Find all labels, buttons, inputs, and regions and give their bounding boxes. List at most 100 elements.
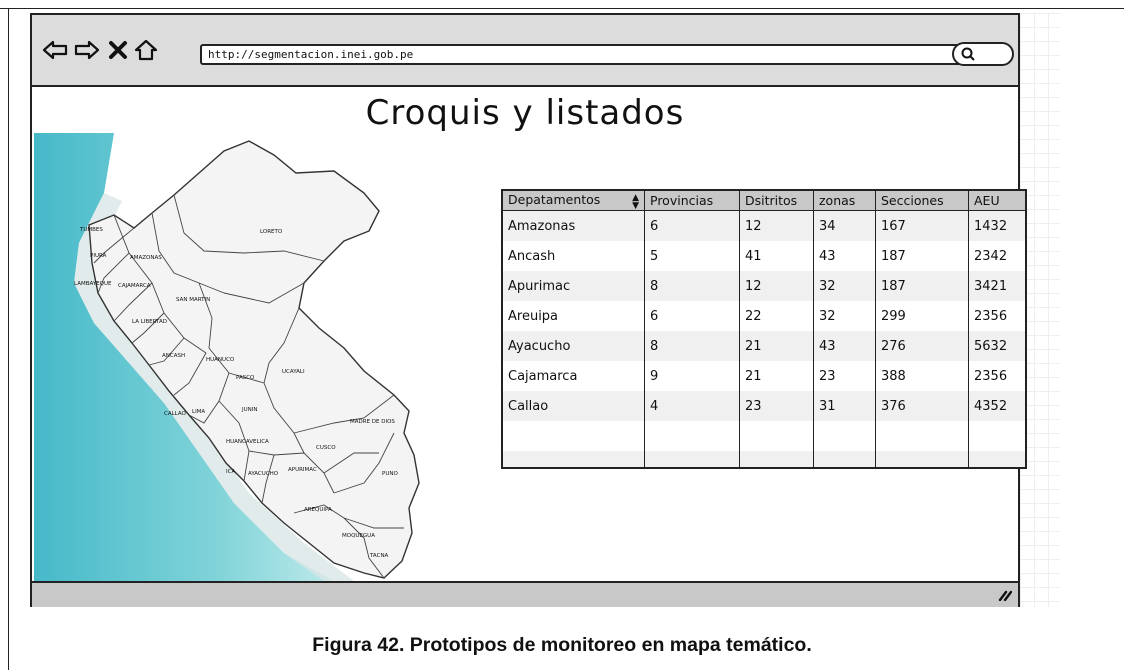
map-label-piura: PIURA xyxy=(90,253,107,259)
column-header-zonas[interactable]: zonas xyxy=(813,191,876,211)
table-cell: 21 xyxy=(739,331,814,361)
map-label-san-martin: SAN MARTIN xyxy=(176,297,210,303)
table-cell: 4 xyxy=(644,391,740,421)
column-header-distritos[interactable]: Dsitritos xyxy=(739,191,814,211)
table-cell: Areuipa xyxy=(503,301,645,331)
map-label-lima: LIMA xyxy=(192,409,205,415)
table-cell: 388 xyxy=(875,361,969,391)
table-cell xyxy=(813,421,876,451)
table-cell xyxy=(644,451,740,467)
map-label-arequipa: AREQUIPA xyxy=(304,507,332,513)
table-cell: 23 xyxy=(813,361,876,391)
table-cell: 43 xyxy=(813,241,876,271)
table-header-row: Depatamentos ▲ ▼ Provincias Dsitritos zon… xyxy=(503,191,1025,211)
table-cell: Apurimac xyxy=(503,271,645,301)
table-cell: Amazonas xyxy=(503,210,645,241)
table-cell: Ancash xyxy=(503,241,645,271)
map-label-huancavelica: HUANCAVELICA xyxy=(226,439,269,445)
table-cell: Callao xyxy=(503,391,645,421)
map-label-cajamarca: CAJAMARCA xyxy=(118,283,151,289)
table-row[interactable]: Apurimac 8 12 32 187 3421 xyxy=(503,271,1025,301)
table-cell: 43 xyxy=(813,331,876,361)
table-cell: 276 xyxy=(875,331,969,361)
browser-toolbar: http://segmentacion.inei.gob.pe xyxy=(32,15,1018,87)
map-label-lambayeque: LAMBAYEQUE xyxy=(74,281,112,287)
table-cell: 9 xyxy=(644,361,740,391)
forward-arrow-icon[interactable] xyxy=(74,39,100,61)
map-label-la-libertad: LA LIBERTAD xyxy=(132,319,167,325)
table-row[interactable] xyxy=(503,421,1025,451)
table-cell xyxy=(739,421,814,451)
figure-caption: Figura 42. Prototipos de monitoreo en ma… xyxy=(312,634,812,656)
table-row[interactable]: Cajamarca 9 21 23 388 2356 xyxy=(503,361,1025,391)
column-header-provincias[interactable]: Provincias xyxy=(644,191,740,211)
map-label-puno: PUNO xyxy=(382,471,398,477)
table-cell xyxy=(875,421,969,451)
table-cell xyxy=(875,451,969,467)
table-cell xyxy=(968,451,1025,467)
url-input[interactable]: http://segmentacion.inei.gob.pe xyxy=(200,44,970,65)
table-cell: 8 xyxy=(644,271,740,301)
table-cell: Cajamarca xyxy=(503,361,645,391)
map-label-callao: CALLAO xyxy=(164,411,187,417)
map-label-apurimac: APURIMAC xyxy=(288,467,317,473)
table-cell: 5 xyxy=(644,241,740,271)
table-cell: 4352 xyxy=(968,391,1025,421)
departments-table: Depatamentos ▲ ▼ Provincias Dsitritos zon… xyxy=(503,191,1025,467)
map-label-loreto: LORETO xyxy=(260,229,283,235)
data-table-container: Depatamentos ▲ ▼ Provincias Dsitritos zon… xyxy=(501,189,1027,469)
document-left-rule xyxy=(8,8,9,670)
table-cell xyxy=(644,421,740,451)
table-cell: 12 xyxy=(739,210,814,241)
peru-thematic-map[interactable]: TUMBES PIURA AMAZONAS LAMBAYEQUE CAJAMAR… xyxy=(34,133,502,581)
table-cell: 2342 xyxy=(968,241,1025,271)
map-label-ucayali: UCAYALI xyxy=(282,369,305,375)
table-row[interactable]: Amazonas 6 12 34 167 1432 xyxy=(503,210,1025,241)
map-label-amazonas: AMAZONAS xyxy=(130,255,162,261)
table-cell: 376 xyxy=(875,391,969,421)
table-cell: 8 xyxy=(644,331,740,361)
back-arrow-icon[interactable] xyxy=(42,39,68,61)
column-header-secciones[interactable]: Secciones xyxy=(875,191,969,211)
map-label-moquegua: MOQUEGUA xyxy=(342,533,375,539)
table-cell xyxy=(503,421,645,451)
close-icon[interactable] xyxy=(108,39,128,61)
search-button[interactable] xyxy=(952,42,1014,66)
map-label-cusco: CUSCO xyxy=(316,445,336,451)
page-title: Croquis y listados xyxy=(365,93,685,133)
resize-handle-icon[interactable] xyxy=(998,589,1012,601)
map-label-ayacucho: AYACUCHO xyxy=(248,471,279,477)
map-label-junin: JUNIN xyxy=(241,407,258,413)
map-label-pasco: PASCO xyxy=(236,375,255,381)
table-cell xyxy=(503,451,645,467)
table-cell: 41 xyxy=(739,241,814,271)
table-cell: 3421 xyxy=(968,271,1025,301)
home-icon[interactable] xyxy=(134,39,158,61)
status-bar xyxy=(32,581,1018,607)
column-header-aeu[interactable]: AEU xyxy=(968,191,1025,211)
table-cell: 12 xyxy=(739,271,814,301)
table-cell: Ayacucho xyxy=(503,331,645,361)
table-cell xyxy=(813,451,876,467)
table-cell: 31 xyxy=(813,391,876,421)
map-label-ica: ICA xyxy=(226,469,235,475)
table-cell: 2356 xyxy=(968,301,1025,331)
table-cell: 5632 xyxy=(968,331,1025,361)
table-row[interactable] xyxy=(503,451,1025,467)
table-cell xyxy=(968,421,1025,451)
table-cell: 6 xyxy=(644,210,740,241)
table-cell: 187 xyxy=(875,241,969,271)
table-row[interactable]: Ancash 5 41 43 187 2342 xyxy=(503,241,1025,271)
document-top-rule xyxy=(0,8,1124,9)
table-row[interactable]: Callao 4 23 31 376 4352 xyxy=(503,391,1025,421)
column-header-departamentos[interactable]: Depatamentos ▲ ▼ xyxy=(503,191,645,211)
table-row[interactable]: Areuipa 6 22 32 299 2356 xyxy=(503,301,1025,331)
sort-icon[interactable]: ▲ ▼ xyxy=(632,193,639,210)
map-label-ancash: ANCASH xyxy=(162,353,185,359)
table-cell xyxy=(739,451,814,467)
table-cell: 1432 xyxy=(968,210,1025,241)
table-cell: 2356 xyxy=(968,361,1025,391)
table-cell: 23 xyxy=(739,391,814,421)
table-row[interactable]: Ayacucho 8 21 43 276 5632 xyxy=(503,331,1025,361)
table-cell: 34 xyxy=(813,210,876,241)
